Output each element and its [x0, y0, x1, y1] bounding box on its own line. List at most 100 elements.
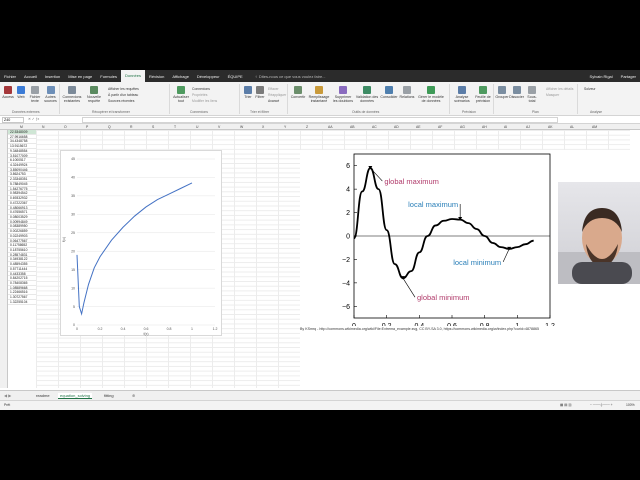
- refresh-all-button[interactable]: Actualiser tout: [172, 86, 190, 103]
- column-header[interactable]: Q: [108, 125, 111, 129]
- column-header[interactable]: U: [196, 125, 198, 129]
- query-icon: [90, 86, 98, 94]
- column-header[interactable]: AA: [328, 125, 333, 129]
- x-tick-label: 0.2: [382, 323, 392, 326]
- column-header[interactable]: AE: [416, 125, 421, 129]
- other-sources-button[interactable]: Autres sources: [43, 86, 58, 103]
- column-header[interactable]: AD: [394, 125, 399, 129]
- column-header[interactable]: O: [64, 125, 67, 129]
- advanced-button[interactable]: Avancé: [268, 99, 279, 103]
- text-file-button[interactable]: Fichier texte: [28, 86, 42, 103]
- column-header[interactable]: Y: [284, 125, 286, 129]
- clear-button[interactable]: Effacer: [268, 87, 279, 91]
- remove-duplicates-button[interactable]: Supprimer les doublons: [332, 86, 354, 103]
- group-label: Plan: [532, 110, 539, 114]
- connections-icon: [68, 86, 76, 94]
- sheet-tab-equation-solving[interactable]: equation_solving: [58, 393, 93, 399]
- from-table-button[interactable]: À partir d'un tableau: [108, 93, 138, 97]
- view-buttons-icon[interactable]: ▦ ▤ ▥: [560, 403, 572, 407]
- share-button[interactable]: Partager: [617, 74, 640, 79]
- column-header[interactable]: AF: [438, 125, 442, 129]
- column-header[interactable]: V: [218, 125, 220, 129]
- ribbon-tab[interactable]: Mise en page: [64, 74, 96, 79]
- ungroup-button[interactable]: Dissocier: [509, 86, 524, 99]
- tell-me-search[interactable]: ♀ Dites-nous ce que vous voulez faire...: [251, 74, 330, 79]
- ribbon-tab[interactable]: Fichier: [0, 74, 20, 79]
- flash-fill-button[interactable]: Remplissage instantané: [307, 86, 331, 103]
- show-queries-button[interactable]: Afficher les requêtes: [108, 87, 139, 91]
- column-header[interactable]: T: [174, 125, 176, 129]
- column-header[interactable]: AG: [460, 125, 465, 129]
- group-icon: [498, 86, 506, 94]
- relationships-button[interactable]: Relations: [399, 86, 415, 99]
- add-sheet-icon[interactable]: ⊕: [132, 393, 135, 398]
- ribbon-tab[interactable]: Données: [120, 70, 145, 82]
- ribbon-tab[interactable]: Affichage: [168, 74, 193, 79]
- column-header[interactable]: Z: [306, 125, 308, 129]
- column-header[interactable]: M: [20, 125, 23, 129]
- duplicates-icon: [339, 86, 347, 94]
- solver-button[interactable]: Solveur: [584, 87, 596, 91]
- sheet-tab-readme[interactable]: readme: [36, 393, 50, 398]
- what-if-icon: [458, 86, 466, 94]
- formula-input[interactable]: [82, 117, 558, 123]
- column-header[interactable]: AB: [350, 125, 355, 129]
- column-header[interactable]: S: [152, 125, 154, 129]
- x-tick-label: 0.8: [480, 323, 490, 326]
- show-detail-button[interactable]: Afficher les détails: [546, 87, 573, 91]
- column-header[interactable]: P: [86, 125, 88, 129]
- ribbon-tab[interactable]: ÉQUIPE: [224, 74, 247, 79]
- web-button[interactable]: Web: [15, 86, 27, 99]
- column-header[interactable]: AM: [592, 125, 597, 129]
- data-model-button[interactable]: Gérer le modèle de données: [416, 86, 446, 103]
- group-label: Outils de données: [352, 110, 380, 114]
- existing-connections-button[interactable]: Connexions existantes: [62, 86, 82, 103]
- ribbon-tab[interactable]: Révision: [145, 74, 168, 79]
- y-tick-label: 6: [346, 163, 350, 170]
- subtotal-button[interactable]: Sous-total: [524, 86, 540, 103]
- zoom-slider[interactable]: − ───┼─── +: [590, 403, 613, 407]
- group-label: Connexions: [190, 110, 208, 114]
- column-header[interactable]: AC: [372, 125, 377, 129]
- ribbon-tab[interactable]: Insertion: [41, 74, 64, 79]
- hide-detail-button[interactable]: Masquer: [546, 93, 559, 97]
- ribbon-tab[interactable]: Développeur: [193, 74, 224, 79]
- access-button[interactable]: Access: [2, 86, 14, 99]
- nav-arrows-icon[interactable]: ◀ ▶: [4, 393, 11, 398]
- sheet-tab-fitting[interactable]: fitting: [104, 393, 114, 398]
- new-query-button[interactable]: Nouvelle requête: [84, 86, 104, 103]
- column-header[interactable]: N: [42, 125, 44, 129]
- properties-button[interactable]: Propriétés: [192, 93, 207, 97]
- ribbon-tab[interactable]: Accueil: [20, 74, 41, 79]
- column-header[interactable]: X: [262, 125, 264, 129]
- edit-links-button[interactable]: Modifier les liens: [192, 99, 217, 103]
- column-header[interactable]: AJ: [526, 125, 530, 129]
- group-button[interactable]: Grouper: [495, 86, 509, 99]
- filter-icon: [256, 86, 264, 94]
- column-header[interactable]: R: [130, 125, 132, 129]
- forecast-sheet-button[interactable]: Feuille de prévision: [473, 86, 493, 103]
- user-name[interactable]: Sylvain Rigal: [586, 74, 617, 79]
- sort-button[interactable]: Trier: [242, 86, 254, 99]
- consolidate-button[interactable]: Consolider: [380, 86, 398, 99]
- data-validation-button[interactable]: Validation des données: [355, 86, 379, 103]
- recent-sources-button[interactable]: Sources récentes: [108, 99, 134, 103]
- y-tick-label: 2: [346, 210, 350, 217]
- reapply-button[interactable]: Réappliquer: [268, 93, 286, 97]
- column-header[interactable]: W: [240, 125, 243, 129]
- column-header[interactable]: AI: [504, 125, 507, 129]
- name-box[interactable]: Z40: [2, 117, 24, 123]
- text-to-columns-button[interactable]: Convertir: [290, 86, 306, 99]
- webcam-overlay: [558, 182, 640, 284]
- column-header[interactable]: AK: [548, 125, 553, 129]
- column-header[interactable]: AL: [570, 125, 574, 129]
- column-header[interactable]: AH: [482, 125, 487, 129]
- what-if-button[interactable]: Analyse scénarios: [452, 86, 472, 103]
- curve-chart[interactable]: 0 5 10 15 20 25 30 35 40 45 0 0.2 0.4 0.6 0.8 1 1.2 f(x) f…: [60, 150, 222, 336]
- ribbon-tab[interactable]: Formules: [96, 74, 121, 79]
- filter-button[interactable]: Filtrer: [254, 86, 266, 99]
- x-axis-title: f(x): [143, 332, 148, 336]
- excel-window: Fichier Accueil Insertion Mise en page Formu…: [0, 70, 640, 410]
- connections-button[interactable]: Connexions: [192, 87, 210, 91]
- data-cell[interactable]: 1.32255104: [8, 300, 36, 305]
